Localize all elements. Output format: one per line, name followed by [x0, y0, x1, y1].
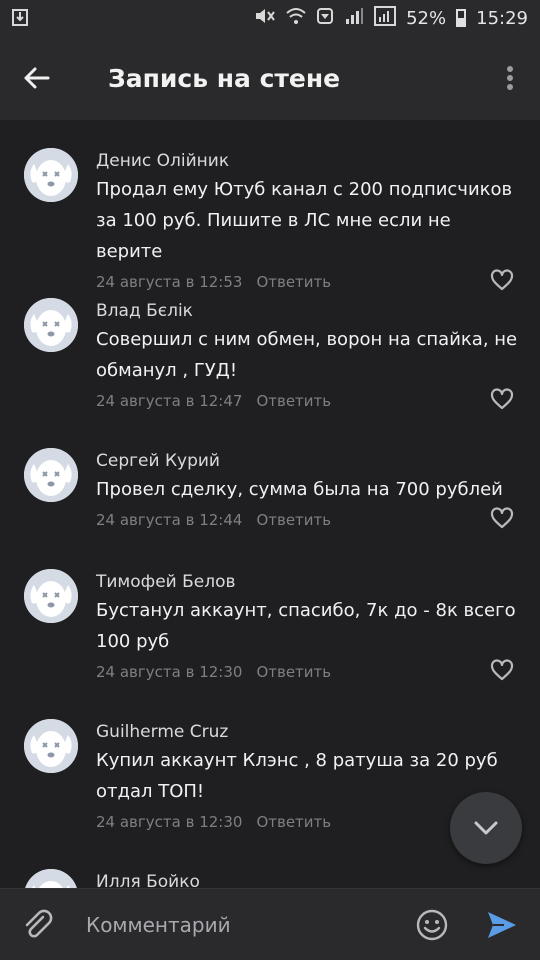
- comment-author[interactable]: Guilherme Cruz: [96, 721, 520, 743]
- attach-button[interactable]: [0, 889, 76, 960]
- chevron-down-icon: [474, 821, 498, 835]
- comment-text: Совершил с ним обмен, ворон на спайка, н…: [96, 329, 518, 381]
- comment-item: Влад Бєлік Совершил с ним обмен, ворон на…: [0, 270, 540, 420]
- wifi-icon: [286, 7, 306, 29]
- download-icon: [12, 6, 28, 31]
- arrow-left-icon: [24, 67, 50, 89]
- comment-date: 24 августа в 12:30: [96, 663, 243, 681]
- emoji-button[interactable]: [408, 889, 456, 960]
- comment-body: Влад Бєлік Совершил с ним обмен, ворон на…: [96, 300, 520, 412]
- comment-meta: 24 августа в 12:47 Ответить: [96, 390, 520, 412]
- avatar[interactable]: [24, 448, 78, 502]
- comments-list: Денис Олійник Продал ему Ютуб канал с 200…: [0, 120, 540, 888]
- comment-author[interactable]: Сергей Курий: [96, 450, 520, 472]
- signal-icon: [374, 6, 397, 30]
- smiley-icon: [416, 909, 448, 940]
- avatar[interactable]: [24, 298, 78, 352]
- signal-icon: [344, 7, 364, 29]
- avatar[interactable]: [24, 869, 78, 888]
- comment-text: Продал ему Ютуб канал с 200 подписчиков …: [96, 179, 513, 262]
- comment-author[interactable]: Илля Бойко: [96, 871, 520, 888]
- comment-date: 24 августа в 12:30: [96, 813, 243, 831]
- avatar[interactable]: [24, 148, 78, 202]
- comment-body: Илля Бойко: [96, 871, 520, 888]
- reply-button[interactable]: Ответить: [256, 663, 331, 681]
- send-button[interactable]: [474, 889, 530, 960]
- comment-author[interactable]: Денис Олійник: [96, 150, 520, 172]
- comment-text: Провел сделку, сумма была на 700 рублей: [96, 479, 503, 500]
- comment-date: 24 августа в 12:44: [96, 511, 243, 529]
- paperclip-icon: [25, 909, 53, 938]
- comment-meta: 24 августа в 12:30 Ответить: [96, 661, 520, 683]
- comment-author[interactable]: Тимофей Белов: [96, 571, 520, 593]
- page-title: Запись на стене: [108, 63, 341, 93]
- comment-author[interactable]: Влад Бєлік: [96, 300, 520, 322]
- comment-text: Бустанул аккаунт, спасибо, 7к до - 8к вс…: [96, 600, 516, 652]
- back-button[interactable]: [0, 36, 72, 120]
- send-icon: [488, 911, 516, 938]
- comment-item: Сергей Курий Провел сделку, сумма была на…: [0, 420, 540, 541]
- comment-meta: 24 августа в 12:44 Ответить: [96, 509, 520, 531]
- comment-item: Тимофей Белов Бустанул аккаунт, спасибо, …: [0, 541, 540, 691]
- clock-time: 15:29: [476, 7, 528, 29]
- comment-item: Денис Олійник Продал ему Ютуб канал с 200…: [0, 120, 540, 291]
- comment-body: Тимофей Белов Бустанул аккаунт, спасибо, …: [96, 571, 520, 683]
- comment-body: Сергей Курий Провел сделку, сумма была на…: [96, 450, 520, 531]
- reply-button[interactable]: Ответить: [256, 392, 331, 410]
- battery-icon: [456, 9, 467, 27]
- comment-date: 24 августа в 12:47: [96, 392, 243, 410]
- more-vertical-icon: [507, 66, 513, 90]
- app-header: Запись на стене: [0, 36, 540, 120]
- more-menu-button[interactable]: [480, 36, 540, 120]
- alarm-icon: [316, 7, 334, 29]
- comment-input[interactable]: [76, 900, 408, 949]
- reply-button[interactable]: Ответить: [256, 813, 331, 831]
- comment-composer: [0, 888, 540, 960]
- battery-percent: 52%: [406, 7, 447, 29]
- avatar[interactable]: [24, 569, 78, 623]
- scroll-down-button[interactable]: [450, 792, 522, 864]
- avatar[interactable]: [24, 719, 78, 773]
- reply-button[interactable]: Ответить: [256, 511, 331, 529]
- comment-text: Купил аккаунт Клэнс , 8 ратуша за 20 руб…: [96, 750, 498, 802]
- status-bar: 52% 15:29: [0, 0, 540, 36]
- mute-icon: [254, 7, 276, 29]
